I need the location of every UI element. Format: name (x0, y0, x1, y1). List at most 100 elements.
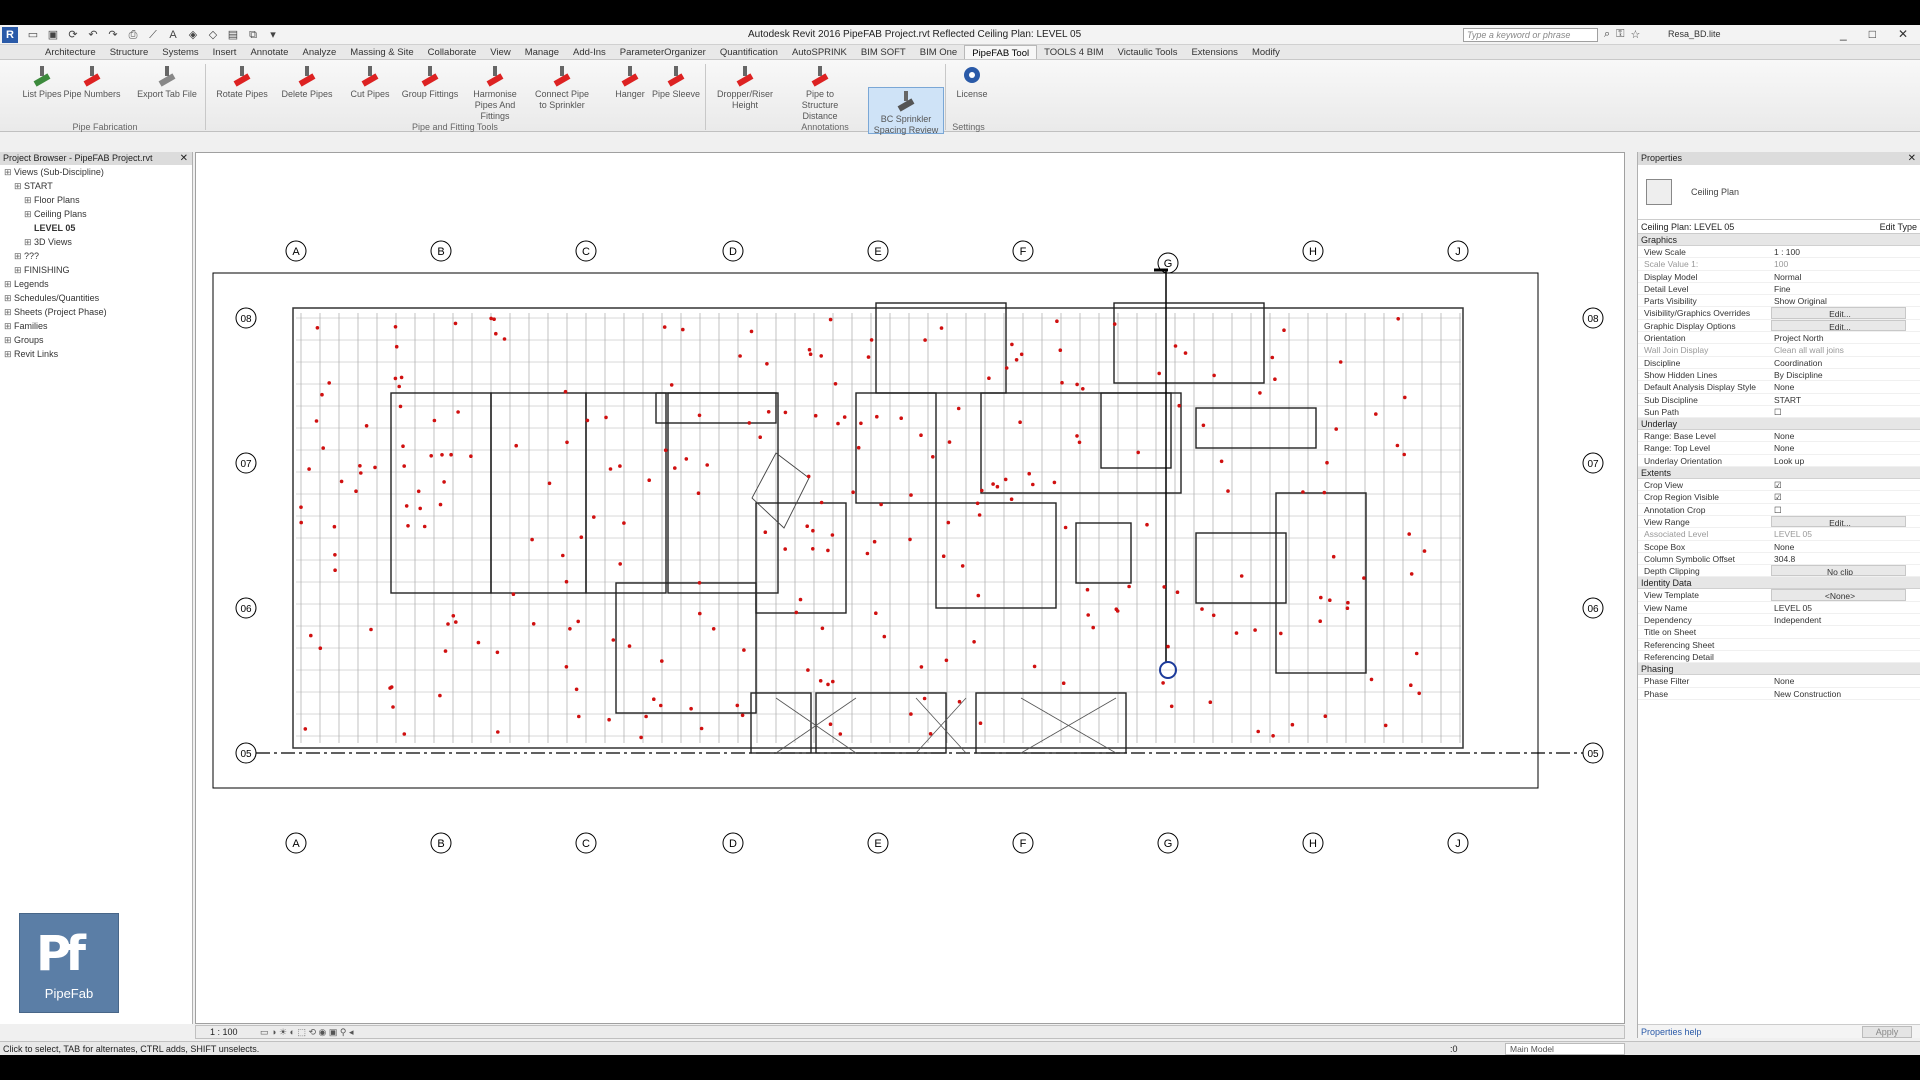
property-value[interactable]: Show Original (1771, 295, 1906, 306)
edit-type-button[interactable]: Edit Type (1880, 220, 1917, 234)
tab-analyze[interactable]: Analyze (295, 45, 343, 59)
tab-add-ins[interactable]: Add-Ins (566, 45, 613, 59)
property-value[interactable]: ☐ (1771, 504, 1906, 515)
property-value[interactable]: START (1771, 394, 1906, 405)
tab-quantification[interactable]: Quantification (713, 45, 785, 59)
browser-item[interactable]: ⊞ Groups (0, 333, 192, 347)
property-value[interactable]: By Discipline (1771, 369, 1906, 380)
star-icon[interactable]: ☆ (1631, 28, 1641, 41)
property-edit-button[interactable]: Edit... (1771, 515, 1906, 528)
tab-annotate[interactable]: Annotate (243, 45, 295, 59)
browser-item[interactable]: ⊞ Families (0, 319, 192, 333)
thin-lines-icon[interactable]: ▤ (226, 28, 240, 42)
tab-architecture[interactable]: Architecture (38, 45, 103, 59)
ribbon-cut-pipes-button[interactable]: Cut Pipes (340, 63, 400, 100)
browser-item[interactable]: ⊞ 3D Views (0, 235, 192, 249)
ribbon-pipe-to-structure-distance-button[interactable]: Pipe to Structure Distance (790, 63, 850, 122)
close-icon[interactable]: ✕ (1898, 27, 1908, 41)
browser-item[interactable]: ⊞ Views (Sub-Discipline) (0, 165, 192, 179)
expand-icon[interactable]: ⊞ (24, 237, 34, 247)
expand-icon[interactable]: ⊞ (14, 251, 24, 261)
ribbon-export-tab-file-button[interactable]: Export Tab File (137, 63, 197, 100)
property-value[interactable]: LEVEL 05 (1771, 602, 1906, 613)
tab-manage[interactable]: Manage (518, 45, 566, 59)
expand-icon[interactable]: ⊞ (4, 335, 14, 345)
browser-item[interactable]: ⊞ ??? (0, 249, 192, 263)
instance-selector[interactable]: Ceiling Plan: LEVEL 05 Edit Type (1638, 220, 1920, 234)
property-value[interactable]: 1 : 100 (1771, 246, 1906, 257)
property-value[interactable]: 304.8 (1771, 553, 1906, 564)
apply-button[interactable]: Apply (1862, 1026, 1912, 1038)
property-edit-button[interactable]: <None> (1771, 589, 1906, 601)
property-value[interactable]: None (1771, 675, 1906, 686)
expand-icon[interactable]: ⊞ (14, 181, 24, 191)
ribbon-delete-pipes-button[interactable]: Delete Pipes (277, 63, 337, 100)
property-value[interactable]: None (1771, 430, 1906, 441)
ribbon-connect-pipe-to-sprinkler-button[interactable]: Connect Pipe to Sprinkler (532, 63, 592, 111)
tab-autosprink[interactable]: AutoSPRINK (785, 45, 854, 59)
tab-tools-4-bim[interactable]: TOOLS 4 BIM (1037, 45, 1110, 59)
property-group-underlay[interactable]: Underlay (1638, 418, 1920, 431)
switch-windows-icon[interactable]: ▾ (266, 28, 280, 42)
tab-parameterorganizer[interactable]: ParameterOrganizer (613, 45, 713, 59)
browser-item[interactable]: ⊞ START (0, 179, 192, 193)
expand-icon[interactable]: ⊞ (4, 307, 14, 317)
ribbon-license-button[interactable]: License (942, 63, 1002, 100)
property-value[interactable]: Project North (1771, 332, 1906, 343)
tab-systems[interactable]: Systems (155, 45, 205, 59)
tab-view[interactable]: View (483, 45, 517, 59)
property-value[interactable]: ☑ (1771, 491, 1906, 502)
ribbon-pipe-sleeve-button[interactable]: Pipe Sleeve (646, 63, 706, 100)
property-value[interactable]: Fine (1771, 283, 1906, 294)
browser-item[interactable]: ⊞ Sheets (Project Phase) (0, 305, 192, 319)
property-value[interactable]: Normal (1771, 271, 1906, 282)
property-value[interactable]: None (1771, 381, 1906, 392)
close-icon[interactable]: ✕ (1908, 152, 1916, 165)
browser-item[interactable]: ⊞ Revit Links (0, 347, 192, 361)
ribbon-rotate-pipes-button[interactable]: Rotate Pipes (212, 63, 272, 100)
browser-item[interactable]: ⊞ Floor Plans (0, 193, 192, 207)
ribbon-dropper-riser-height-button[interactable]: Dropper/Riser Height (715, 63, 775, 111)
tab-pipefab-tool[interactable]: PipeFAB Tool (964, 45, 1038, 59)
browser-item[interactable]: ⊞ Legends (0, 277, 192, 291)
expand-icon[interactable]: ⊞ (24, 195, 34, 205)
property-value[interactable]: Independent (1771, 614, 1906, 625)
expand-icon[interactable]: ⊞ (14, 265, 24, 275)
property-group-identity-data[interactable]: Identity Data (1638, 577, 1920, 590)
browser-item[interactable]: LEVEL 05 (0, 221, 192, 235)
close-hidden-icon[interactable]: ⧉ (246, 28, 260, 42)
browser-item[interactable]: ⊞ Schedules/Quantities (0, 291, 192, 305)
active-model-select[interactable]: Main Model (1505, 1043, 1625, 1055)
property-value[interactable]: New Construction (1771, 688, 1906, 699)
property-value[interactable] (1771, 639, 1906, 650)
property-group-graphics[interactable]: Graphics (1638, 234, 1920, 246)
tab-insert[interactable]: Insert (206, 45, 244, 59)
tab-bim-soft[interactable]: BIM SOFT (854, 45, 913, 59)
tab-extensions[interactable]: Extensions (1184, 45, 1244, 59)
property-value[interactable]: None (1771, 541, 1906, 552)
close-icon[interactable]: ✕ (180, 152, 188, 165)
tab-collaborate[interactable]: Collaborate (421, 45, 484, 59)
property-edit-button[interactable]: No clip (1771, 565, 1906, 577)
open-icon[interactable]: ▭ (26, 28, 40, 42)
floor-plan-drawing[interactable]: A A B B C C D D E E F F G G H H J J 08 08 07 07 06 06 05 05 (196, 153, 1626, 1025)
expand-icon[interactable]: ⊞ (4, 279, 14, 289)
text-icon[interactable]: A (166, 28, 180, 42)
revit-app-icon[interactable]: R (2, 27, 18, 43)
print-icon[interactable]: ⎙ (126, 28, 140, 42)
tab-victaulic-tools[interactable]: Victaulic Tools (1111, 45, 1185, 59)
type-selector[interactable]: Ceiling Plan (1638, 165, 1920, 220)
sync-icon[interactable]: ⟳ (66, 28, 80, 42)
expand-icon[interactable]: ⊞ (24, 209, 34, 219)
section-icon[interactable]: ◇ (206, 28, 220, 42)
property-value[interactable]: ☑ (1771, 479, 1906, 490)
ribbon-group-fittings-button[interactable]: Group Fittings (400, 63, 460, 100)
property-edit-button[interactable]: Edit... (1771, 319, 1906, 332)
property-value[interactable]: Coordination (1771, 357, 1906, 368)
tab-bim-one[interactable]: BIM One (913, 45, 965, 59)
view-scale[interactable]: 1 : 100 (210, 1027, 238, 1037)
expand-icon[interactable]: ⊞ (4, 321, 14, 331)
tab-massing-site[interactable]: Massing & Site (343, 45, 420, 59)
property-value[interactable] (1771, 651, 1906, 662)
browser-item[interactable]: ⊞ FINISHING (0, 263, 192, 277)
